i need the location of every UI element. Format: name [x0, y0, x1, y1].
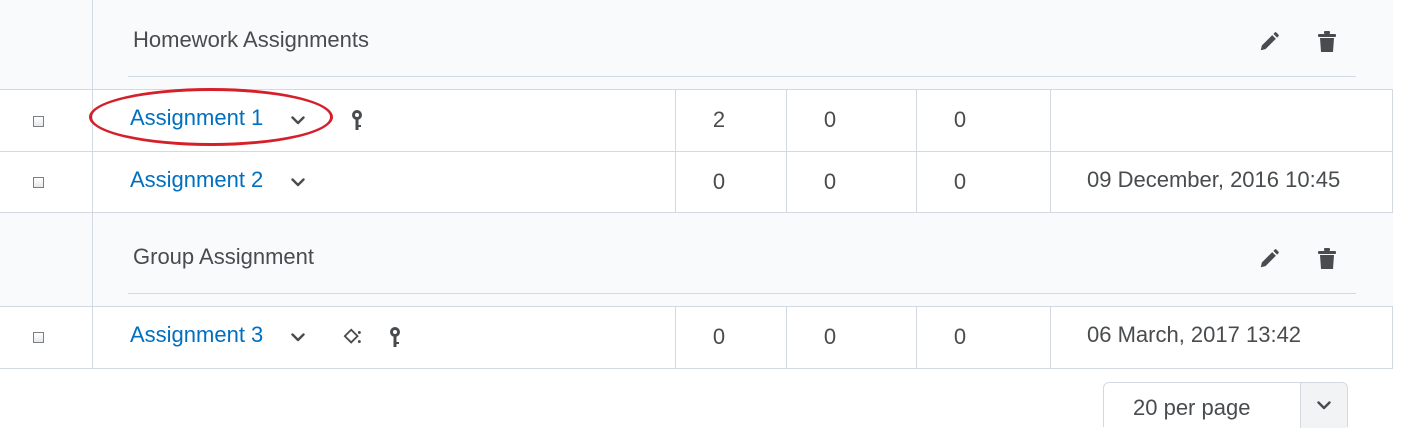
- count-column-1: 0: [712, 169, 726, 194]
- count-column-2: 0: [823, 169, 837, 194]
- count-column-3: 0: [953, 107, 967, 132]
- category-divider: [128, 293, 1356, 294]
- due-date: 06 March, 2017 13:42: [1087, 322, 1302, 347]
- count-column-2: 0: [823, 107, 837, 132]
- count-column-1: 2: [712, 107, 726, 132]
- chevron-down-icon: [291, 115, 305, 124]
- table-row: Assignment 1 2 0 0: [0, 90, 1393, 152]
- assignment-link[interactable]: Assignment 2: [130, 167, 263, 193]
- per-page-dropdown-button[interactable]: [1300, 383, 1347, 428]
- category-title: Group Assignment: [133, 244, 314, 269]
- delete-category-button[interactable]: [1313, 245, 1341, 273]
- category-title: Homework Assignments: [133, 27, 369, 52]
- due-date: 09 December, 2016 10:45: [1087, 167, 1341, 192]
- group-icon: [343, 324, 363, 350]
- assignment-menu-button[interactable]: [288, 327, 308, 347]
- category-divider: [128, 76, 1356, 77]
- pencil-icon: [1260, 32, 1279, 51]
- edit-category-button[interactable]: [1255, 245, 1283, 273]
- assignment-link[interactable]: Assignment 3: [130, 322, 263, 348]
- count-column-2: 0: [823, 324, 837, 349]
- category-row-group: Group Assignment: [0, 213, 1393, 307]
- key-icon: [385, 325, 405, 351]
- key-icon: [347, 108, 367, 134]
- edit-category-button[interactable]: [1255, 28, 1283, 56]
- per-page-label: 20 per page: [1133, 395, 1251, 420]
- chevron-down-icon: [291, 332, 305, 341]
- chevron-down-icon: [1317, 401, 1331, 410]
- per-page-select[interactable]: 20 per page: [1103, 382, 1348, 428]
- row-checkbox[interactable]: [33, 116, 44, 127]
- category-checkbox-cell: [0, 213, 93, 306]
- table-row: Assignment 2 0 0 0 09 December, 2016 10:…: [0, 152, 1393, 213]
- assignment-menu-button[interactable]: [288, 110, 308, 130]
- trash-icon: [1318, 248, 1336, 269]
- row-checkbox[interactable]: [33, 332, 44, 343]
- category-row-homework: Homework Assignments: [0, 0, 1393, 90]
- assignment-menu-button[interactable]: [288, 172, 308, 192]
- trash-icon: [1318, 31, 1336, 52]
- row-checkbox[interactable]: [33, 177, 44, 188]
- table-row: Assignment 3 0 0 0 06 March, 2017 13:42: [0, 307, 1393, 369]
- count-column-3: 0: [953, 169, 967, 194]
- count-column-3: 0: [953, 324, 967, 349]
- assignments-table: Homework Assignments Assignment 1 2 0 0: [0, 0, 1393, 369]
- category-checkbox-cell: [0, 0, 93, 89]
- pencil-icon: [1260, 249, 1279, 268]
- assignment-link[interactable]: Assignment 1: [130, 105, 263, 131]
- chevron-down-icon: [291, 177, 305, 186]
- delete-category-button[interactable]: [1313, 28, 1341, 56]
- count-column-1: 0: [712, 324, 726, 349]
